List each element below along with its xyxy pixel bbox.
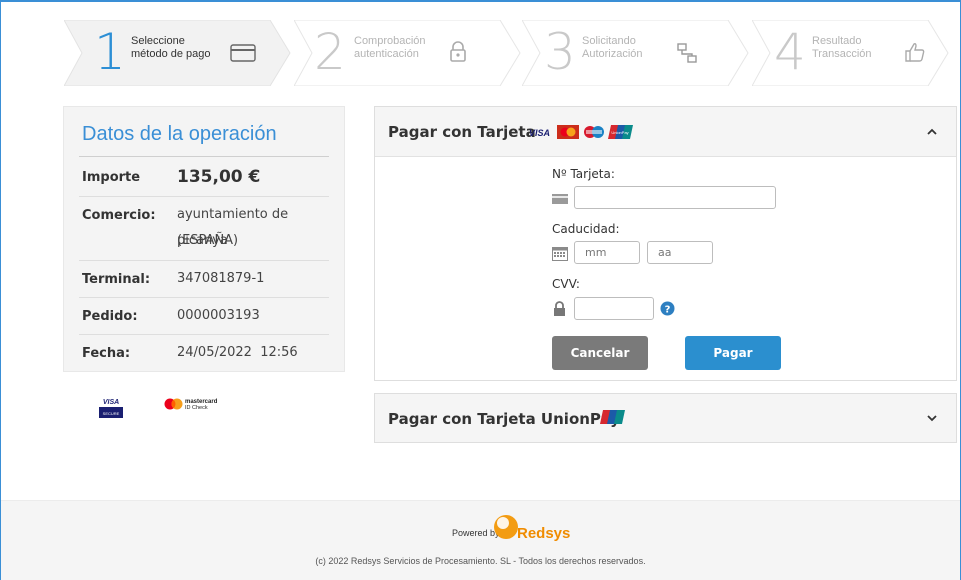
- step-2-label-line1: Comprobación: [354, 35, 426, 47]
- step-3: 3 Solicitando Autorización: [522, 20, 762, 86]
- importe-label: Importe: [82, 170, 141, 185]
- terminal-value: 347081879-1: [177, 271, 265, 286]
- padlock-icon: [450, 41, 466, 62]
- unionpay-logo: UnionPay: [608, 125, 633, 139]
- row-fecha: Fecha: 24/05/2022 12:56: [79, 335, 329, 371]
- row-importe: Importe 135,00 €: [79, 157, 329, 197]
- unionpay-logo-small: [600, 410, 625, 424]
- step-2-label-line2: autenticación: [354, 48, 419, 60]
- mastercard-logo: [557, 125, 579, 139]
- fecha-label: Fecha:: [82, 346, 131, 361]
- card-panel-title: Pagar con Tarjeta: [388, 123, 536, 141]
- pedido-value: 0000003193: [177, 308, 260, 323]
- expiry-month-input[interactable]: [574, 241, 640, 264]
- step-2: 2 Comprobación autenticación: [294, 20, 534, 86]
- svg-text:?: ?: [665, 305, 671, 316]
- unionpay-panel-header[interactable]: Pagar con Tarjeta UnionPay: [375, 394, 956, 442]
- chevron-up-icon[interactable]: [926, 126, 938, 138]
- step-4-label: Resultado Transacción: [812, 35, 872, 61]
- step-1: 1 Seleccione método de pago: [64, 20, 304, 86]
- mastercard-id-check-logo: mastercard ID Check: [164, 398, 218, 411]
- row-terminal: Terminal: 347081879-1: [79, 261, 329, 298]
- terminal-label: Terminal:: [82, 272, 151, 287]
- row-comercio: Comercio: ayuntamiento de picanya (ESPAÑ…: [79, 197, 329, 261]
- copyright-text: (c) 2022 Redsys Servicios de Procesamien…: [315, 556, 646, 566]
- help-icon[interactable]: ?: [660, 301, 675, 316]
- cancel-button[interactable]: Cancelar: [552, 336, 648, 370]
- card-number-input[interactable]: [574, 186, 776, 209]
- step-1-label: Seleccione método de pago: [131, 35, 211, 61]
- importe-value: 135,00 €: [177, 167, 261, 187]
- visa-secure-logo: VISA SECURE: [99, 399, 123, 418]
- unionpay-payment-panel: Pagar con Tarjeta UnionPay: [374, 393, 957, 443]
- cvv-label: CVV:: [552, 277, 580, 291]
- calendar-icon: [552, 247, 568, 261]
- maestro-logo: [584, 126, 604, 138]
- cvv-input[interactable]: [574, 297, 654, 320]
- step-3-label-line1: Solicitando: [582, 35, 636, 47]
- pedido-label: Pedido:: [82, 309, 138, 324]
- step-4-label-line1: Resultado: [812, 35, 862, 47]
- card-panel-header[interactable]: Pagar con Tarjeta VISA UnionPay: [375, 107, 956, 157]
- step-2-label: Comprobación autenticación: [354, 35, 426, 61]
- operation-card: Datos de la operación Importe 135,00 € C…: [63, 106, 345, 372]
- chevron-down-icon[interactable]: [926, 412, 938, 424]
- step-4: 4 Resultado Transacción: [752, 20, 961, 86]
- unionpay-panel-title: Pagar con Tarjeta UnionPay: [388, 410, 620, 428]
- step-1-label-line2: método de pago: [131, 48, 211, 60]
- step-3-label-line2: Autorización: [582, 48, 643, 60]
- expiry-label: Caducidad:: [552, 222, 620, 236]
- step-4-label-line2: Transacción: [812, 48, 872, 60]
- card-number-label: Nº Tarjeta:: [552, 167, 615, 181]
- row-pedido: Pedido: 0000003193: [79, 298, 329, 335]
- footer: Powered by Redsys (c) 2022 Redsys Servic…: [1, 500, 960, 580]
- unionpay-logo-text: UnionPay: [611, 130, 628, 135]
- network-icon: [677, 43, 697, 63]
- card-icon: [552, 194, 568, 204]
- step-3-number: 3: [544, 23, 576, 81]
- expiry-year-input[interactable]: [647, 241, 713, 264]
- card-payment-panel: Pagar con Tarjeta VISA UnionPay Nº Tarje…: [374, 106, 957, 381]
- visa-secure-line2: SECURE: [103, 411, 120, 416]
- comercio-value-line2: (ESPAÑA): [177, 233, 239, 248]
- visa-secure-line1: VISA: [103, 399, 119, 406]
- visa-logo-text: VISA: [529, 128, 550, 138]
- credit-card-icon: [230, 44, 256, 62]
- redsys-brand-text: Redsys: [517, 525, 570, 542]
- card-brand-logos: VISA UnionPay: [529, 125, 633, 139]
- mc-line2: ID Check: [185, 405, 208, 411]
- lock-icon: [554, 301, 565, 316]
- step-1-number: 1: [94, 23, 126, 81]
- comercio-label: Comercio:: [82, 208, 156, 223]
- step-3-label: Solicitando Autorización: [582, 35, 643, 61]
- redsys-logo: Redsys: [494, 515, 570, 542]
- step-4-number: 4: [774, 23, 806, 81]
- thumbs-up-icon: [905, 43, 925, 62]
- progress-steps: 1 Seleccione método de pago 2 Comprobaci…: [64, 20, 949, 86]
- operation-title: Datos de la operación: [82, 123, 277, 145]
- step-1-label-line1: Seleccione: [131, 35, 185, 47]
- step-2-number: 2: [314, 23, 346, 81]
- fecha-value: 24/05/2022 12:56: [177, 345, 298, 360]
- visa-logo: VISA: [529, 128, 550, 138]
- pay-button[interactable]: Pagar: [685, 336, 781, 370]
